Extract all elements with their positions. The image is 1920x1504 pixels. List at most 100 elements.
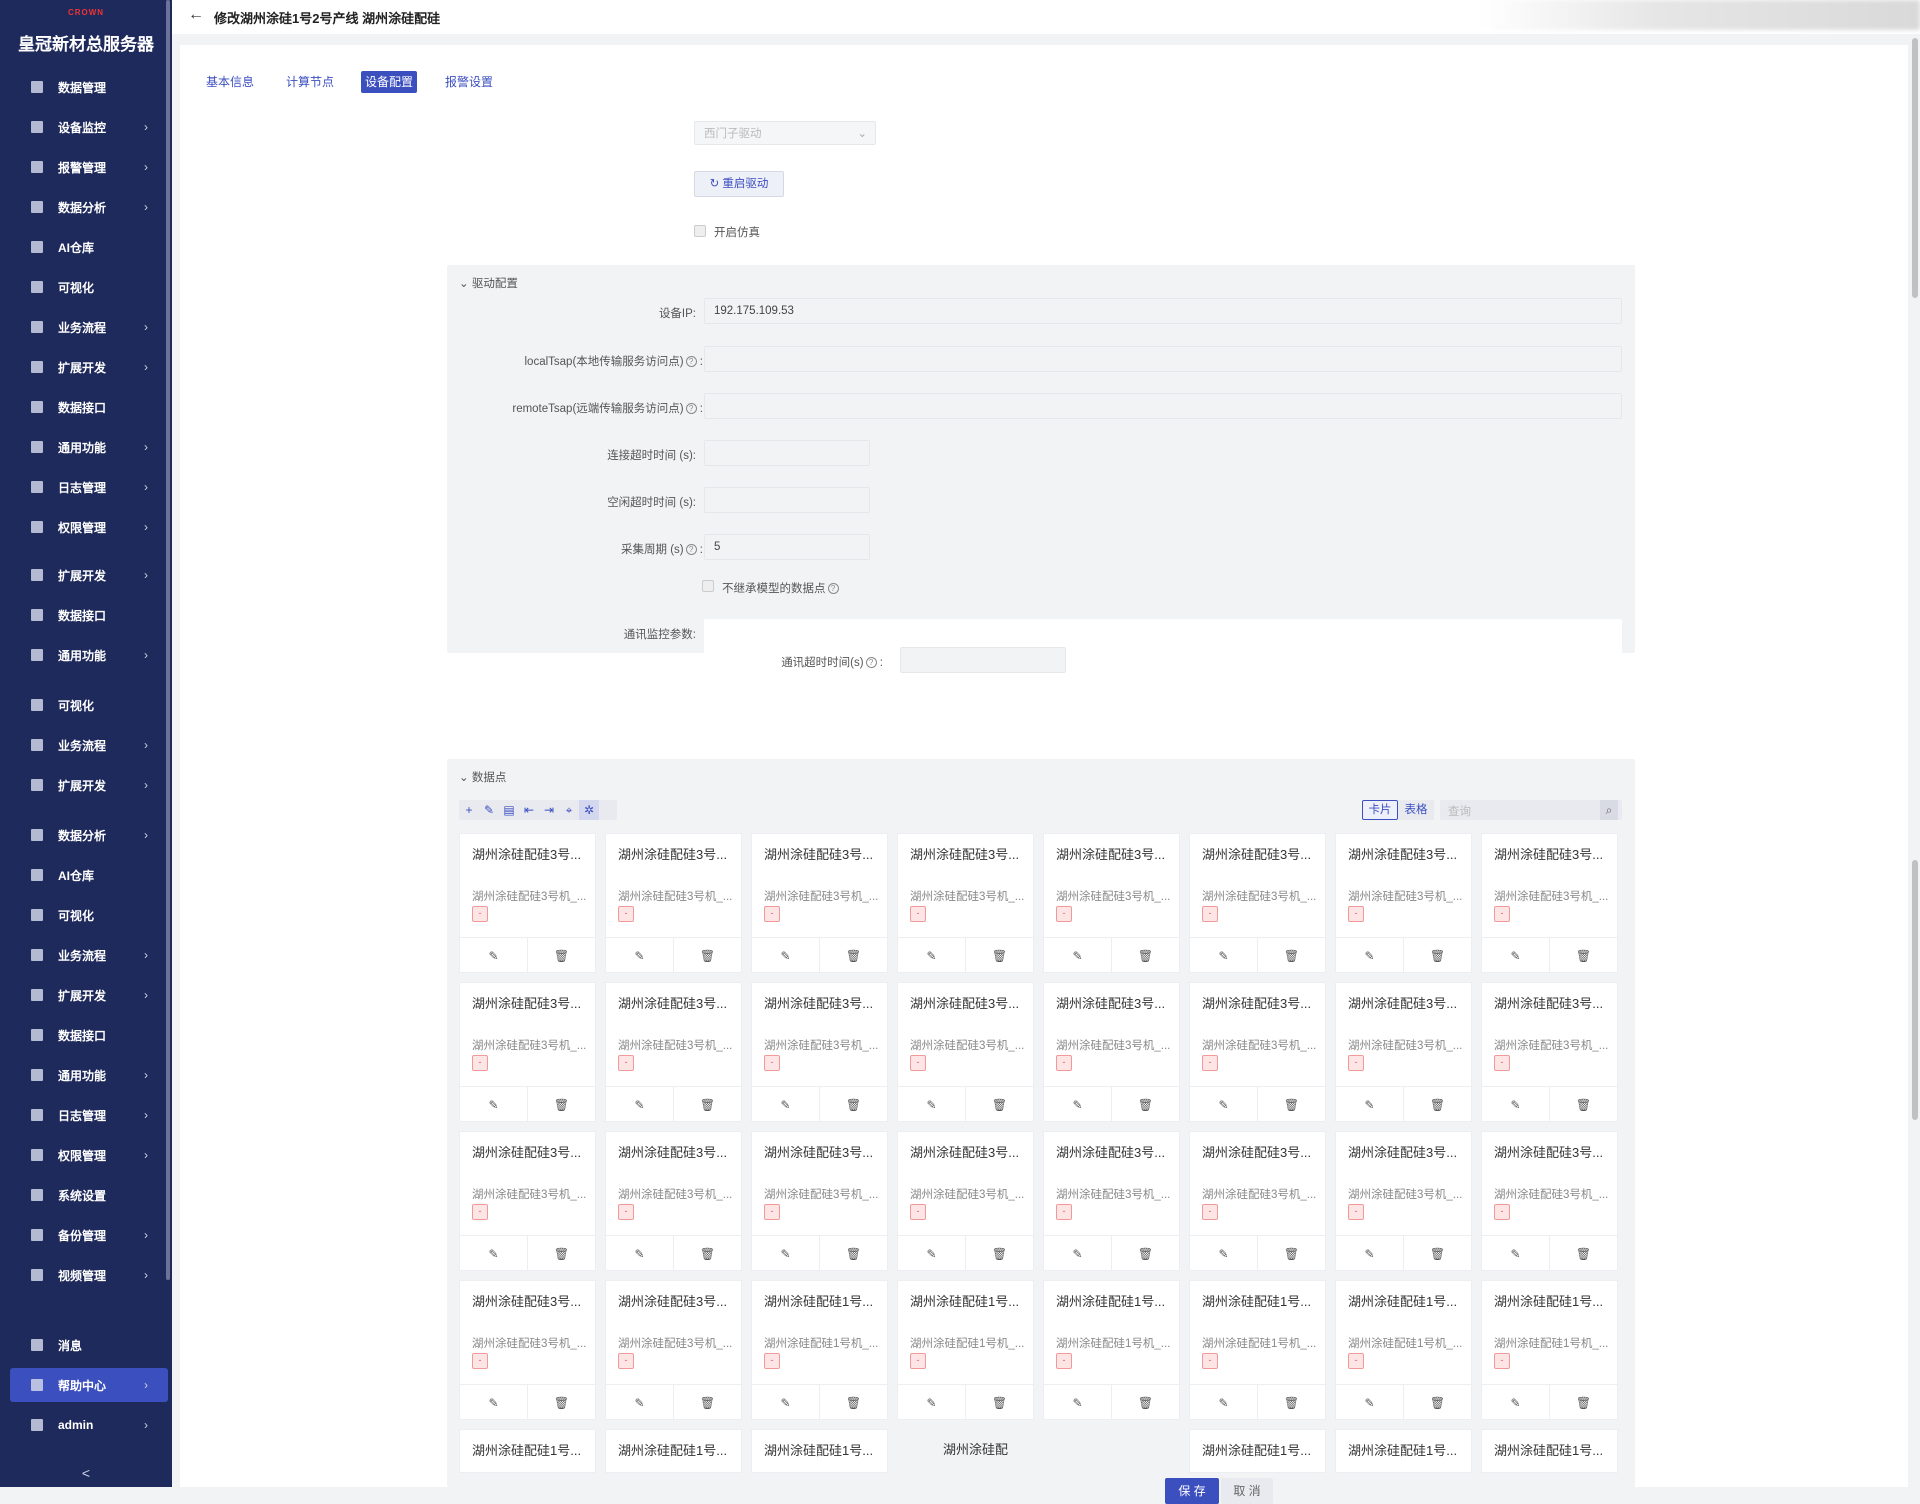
edit-icon[interactable]: ✎ — [1482, 1087, 1550, 1122]
datapoint-card[interactable]: 湖州涂硅配硅3号... 湖州涂硅配硅3号机_... - ✎ 🗑 — [1043, 1131, 1180, 1271]
sidebar-item[interactable]: 数据分析 › — [10, 818, 168, 852]
edit-icon[interactable]: ✎ — [1336, 1385, 1404, 1420]
sidebar-item[interactable]: 扩展开发 › — [10, 350, 168, 384]
datapoint-card[interactable]: 湖州涂硅配硅1号... — [1335, 1429, 1472, 1473]
delete-icon[interactable]: 🗑 — [1550, 1385, 1617, 1420]
datapoint-card[interactable]: 湖州涂硅配硅1号... — [459, 1429, 596, 1473]
sidebar-item[interactable]: 业务流程 › — [10, 728, 168, 762]
sidebar-item[interactable]: 数据接口 — [10, 598, 168, 632]
datapoint-card[interactable]: 湖州涂硅配硅3号... 湖州涂硅配硅3号机_... - ✎ 🗑 — [1043, 982, 1180, 1122]
main-scrollbar-thumb-secondary[interactable] — [1912, 860, 1918, 1120]
sidebar-item[interactable]: 设备监控 › — [10, 110, 168, 144]
edit-icon[interactable]: ✎ — [1482, 938, 1550, 973]
edit-icon[interactable]: ✎ — [1190, 1236, 1258, 1271]
edit-icon[interactable]: ✎ — [898, 1087, 966, 1122]
datapoint-card[interactable]: 湖州涂硅配硅3号... 湖州涂硅配硅3号机_... - ✎ 🗑 — [459, 1131, 596, 1271]
edit-icon[interactable]: ✎ — [606, 938, 674, 973]
collapse-sidebar-icon[interactable]: < — [0, 1465, 172, 1481]
sidebar-item[interactable]: 视频管理 › — [10, 1258, 168, 1292]
delete-icon[interactable]: 🗑 — [1404, 1087, 1471, 1122]
datapoint-card[interactable]: 湖州涂硅配硅3号... 湖州涂硅配硅3号机_... - ✎ 🗑 — [1481, 1131, 1618, 1271]
datapoint-card[interactable]: 湖州涂硅配硅3号... 湖州涂硅配硅3号机_... - ✎ 🗑 — [1189, 833, 1326, 973]
delete-icon[interactable]: 🗑 — [966, 1236, 1033, 1271]
datapoint-card[interactable]: 湖州涂硅配硅1号... 湖州涂硅配硅1号机_... - ✎ 🗑 — [897, 1280, 1034, 1420]
idle-timeout-input[interactable] — [704, 487, 870, 513]
delete-icon[interactable]: 🗑 — [966, 1087, 1033, 1122]
help-icon[interactable]: ? — [685, 544, 697, 556]
datapoint-card[interactable]: 湖州涂硅配硅1号... 湖州涂硅配硅1号机_... - ✎ 🗑 — [1189, 1280, 1326, 1420]
datapoints-title[interactable]: ⌄ 数据点 — [459, 769, 506, 785]
restart-driver-button[interactable]: ↻ 重启驱动 — [694, 171, 784, 197]
sidebar-item[interactable]: 通用功能 › — [10, 1058, 168, 1092]
datapoint-card[interactable]: 湖州涂硅配硅1号... 湖州涂硅配硅1号机_... - ✎ 🗑 — [1481, 1280, 1618, 1420]
edit-icon[interactable]: ✎ — [752, 1385, 820, 1420]
edit-icon[interactable]: ✎ — [606, 1236, 674, 1271]
delete-icon[interactable]: 🗑 — [820, 938, 887, 973]
sidebar-item[interactable]: 业务流程 › — [10, 310, 168, 344]
delete-icon[interactable]: 🗑 — [1112, 1385, 1179, 1420]
datapoint-card[interactable]: 湖州涂硅配硅3号... 湖州涂硅配硅3号机_... - ✎ 🗑 — [1335, 833, 1472, 973]
datapoint-card[interactable]: 湖州涂硅配硅3号... 湖州涂硅配硅3号机_... - ✎ 🗑 — [459, 982, 596, 1122]
tab-device-config[interactable]: 设备配置 — [361, 71, 418, 93]
delete-icon[interactable]: 🗑 — [1550, 1236, 1617, 1271]
datapoint-card[interactable]: 湖州涂硅配硅3号... 湖州涂硅配硅3号机_... - ✎ 🗑 — [605, 833, 742, 973]
help-icon[interactable]: ? — [685, 403, 697, 415]
collect-period-input[interactable]: 5 — [704, 534, 870, 560]
export-icon[interactable]: ⇥ — [539, 800, 559, 820]
delete-icon[interactable]: 🗑 — [674, 1087, 741, 1122]
cancel-button[interactable]: 取 消 — [1221, 1478, 1273, 1504]
tab-compute-nodes[interactable]: 计算节点 — [282, 71, 338, 93]
edit-icon[interactable]: ✎ — [1044, 1385, 1112, 1420]
sidebar-item[interactable]: 系统设置 — [10, 1178, 168, 1212]
delete-icon[interactable]: 🗑 — [1550, 1087, 1617, 1122]
sidebar-item[interactable]: 可视化 — [10, 898, 168, 932]
driver-config-title[interactable]: ⌄ 驱动配置 — [459, 275, 518, 291]
sidebar-item[interactable]: 备份管理 › — [10, 1218, 168, 1252]
datapoint-card[interactable]: 湖州涂硅配硅1号... 湖州涂硅配硅1号机_... - ✎ 🗑 — [751, 1280, 888, 1420]
search-icon[interactable]: ⌕ — [1600, 800, 1618, 820]
delete-icon[interactable]: 🗑 — [820, 1087, 887, 1122]
edit-icon[interactable]: ✎ — [1190, 1087, 1258, 1122]
edit-icon[interactable]: ✎ — [479, 800, 499, 820]
back-arrow-icon[interactable]: ← — [188, 6, 204, 24]
delete-icon[interactable]: 🗑 — [820, 1385, 887, 1420]
datapoint-card[interactable]: 湖州涂硅配硅1号... — [1481, 1429, 1618, 1473]
delete-icon[interactable]: 🗑 — [528, 1087, 595, 1122]
delete-icon[interactable]: 🗑 — [1258, 938, 1325, 973]
edit-icon[interactable]: ✎ — [606, 1087, 674, 1122]
datapoint-card[interactable]: 湖州涂硅配硅1号... — [605, 1429, 742, 1473]
datapoint-card[interactable]: 湖州涂硅配硅3号... 湖州涂硅配硅3号机_... - ✎ 🗑 — [897, 833, 1034, 973]
edit-icon[interactable]: ✎ — [460, 938, 528, 973]
sidebar-item[interactable]: admin › — [10, 1408, 168, 1442]
datapoint-card[interactable]: 湖州涂硅配硅3号... 湖州涂硅配硅3号机_... - ✎ 🗑 — [1043, 833, 1180, 973]
help-icon[interactable]: ? — [685, 356, 697, 368]
datapoint-card[interactable]: 湖州涂硅配硅3号... 湖州涂硅配硅3号机_... - ✎ 🗑 — [605, 1280, 742, 1420]
sidebar-item[interactable]: 业务流程 › — [10, 938, 168, 972]
edit-icon[interactable]: ✎ — [752, 1087, 820, 1122]
sidebar-item[interactable]: 消息 — [10, 1328, 168, 1362]
datapoint-card[interactable]: 湖州涂硅配硅3号... 湖州涂硅配硅3号机_... - ✎ 🗑 — [897, 982, 1034, 1122]
sidebar-item[interactable]: 通用功能 › — [10, 430, 168, 464]
datapoint-card[interactable]: 湖州涂硅配硅3号... 湖州涂硅配硅3号机_... - ✎ 🗑 — [459, 1280, 596, 1420]
edit-icon[interactable]: ✎ — [752, 938, 820, 973]
edit-icon[interactable]: ✎ — [898, 1236, 966, 1271]
edit-icon[interactable]: ✎ — [752, 1236, 820, 1271]
edit-icon[interactable]: ✎ — [460, 1385, 528, 1420]
edit-icon[interactable]: ✎ — [1190, 938, 1258, 973]
datapoint-card[interactable]: 湖州涂硅配硅1号... — [1189, 1429, 1326, 1473]
edit-icon[interactable]: ✎ — [460, 1087, 528, 1122]
delete-icon[interactable]: 🗑 — [674, 938, 741, 973]
batch-icon[interactable]: ▤ — [499, 800, 519, 820]
sidebar-item[interactable]: AI仓库 — [10, 230, 168, 264]
delete-icon[interactable]: 🗑 — [1112, 1087, 1179, 1122]
edit-icon[interactable]: ✎ — [1482, 1385, 1550, 1420]
edit-icon[interactable]: ✎ — [1336, 938, 1404, 973]
datapoint-card[interactable]: 湖州涂硅配硅3号... 湖州涂硅配硅3号机_... - ✎ 🗑 — [751, 982, 888, 1122]
datapoint-card[interactable]: 湖州涂硅配硅1号... 湖州涂硅配硅1号机_... - ✎ 🗑 — [1043, 1280, 1180, 1420]
sidebar-item[interactable]: 扩展开发 › — [10, 768, 168, 802]
datapoint-card[interactable]: 湖州涂硅配硅3号... 湖州涂硅配硅3号机_... - ✎ 🗑 — [751, 1131, 888, 1271]
local-tsap-input[interactable] — [704, 346, 1622, 372]
import-icon[interactable]: ⇤ — [519, 800, 539, 820]
datapoint-card[interactable]: 湖州涂硅配硅3号... 湖州涂硅配硅3号机_... - ✎ 🗑 — [459, 833, 596, 973]
sidebar-item[interactable]: 扩展开发 › — [10, 558, 168, 592]
